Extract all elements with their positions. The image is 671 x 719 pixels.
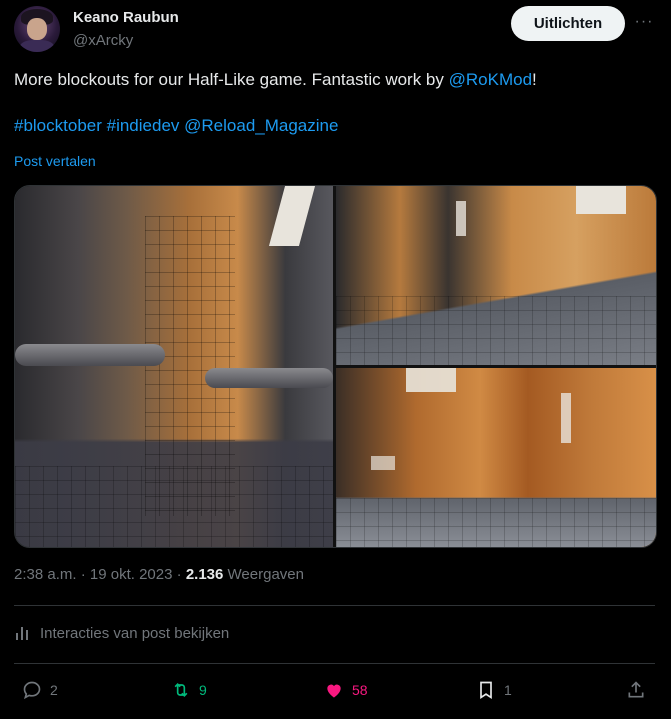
interactions-label: Interacties van post bekijken (40, 624, 230, 642)
hashtag-indiedev[interactable]: #indiedev (107, 116, 180, 135)
bookmark-icon (480, 681, 492, 700)
bookmark-button[interactable]: 1 (476, 680, 512, 700)
reply-icon (23, 681, 41, 700)
divider (14, 663, 655, 664)
bookmark-count: 1 (504, 682, 512, 698)
post-date[interactable]: 19 okt. 2023 (90, 566, 173, 583)
repost-icon (174, 682, 188, 698)
reply-count: 2 (50, 682, 58, 698)
like-count: 58 (352, 682, 368, 698)
heart-icon (327, 684, 341, 698)
translate-post-link[interactable]: Post vertalen (14, 153, 96, 169)
meta-separator: · (172, 566, 186, 583)
analytics-icon (16, 627, 28, 640)
mention-reload-magazine[interactable]: @Reload_Magazine (184, 116, 338, 135)
more-options-icon[interactable]: ··· (632, 10, 656, 34)
follow-button[interactable]: Uitlichten (511, 6, 625, 41)
author-handle[interactable]: @xArcky (73, 32, 133, 49)
author-name[interactable]: Keano Raubun (73, 9, 179, 26)
divider (14, 605, 655, 606)
like-button[interactable]: 58 (324, 680, 368, 700)
reply-button[interactable]: 2 (22, 680, 58, 700)
share-icon (628, 681, 644, 698)
avatar[interactable] (14, 6, 60, 52)
tweet-text: More blockouts for our Half-Like game. F… (14, 68, 654, 137)
tweet-text-body: More blockouts for our Half-Like game. F… (14, 70, 449, 89)
media-image-1[interactable] (15, 186, 333, 547)
post-time[interactable]: 2:38 a.m. (14, 566, 77, 583)
action-bar: 2 9 58 1 (14, 680, 655, 704)
mention-link[interactable]: @RoKMod (449, 70, 532, 89)
media-image-2[interactable] (336, 186, 656, 365)
view-interactions-link[interactable]: Interacties van post bekijken (14, 624, 229, 642)
media-grid (14, 185, 657, 548)
media-image-3[interactable] (336, 368, 656, 547)
views-label: Weergaven (227, 566, 304, 583)
repost-count: 9 (199, 682, 207, 698)
hashtag-blocktober[interactable]: #blocktober (14, 116, 102, 135)
post-timestamp: 2:38 a.m. · 19 okt. 2023 · 2.136 Weergav… (14, 566, 304, 583)
tweet-text-end: ! (532, 70, 537, 89)
tweet-header: Keano Raubun @xArcky Uitlichten ··· (14, 6, 657, 54)
view-count: 2.136 (185, 566, 224, 583)
repost-button[interactable]: 9 (171, 680, 207, 700)
share-button[interactable] (626, 680, 646, 700)
meta-separator: · (76, 566, 90, 583)
